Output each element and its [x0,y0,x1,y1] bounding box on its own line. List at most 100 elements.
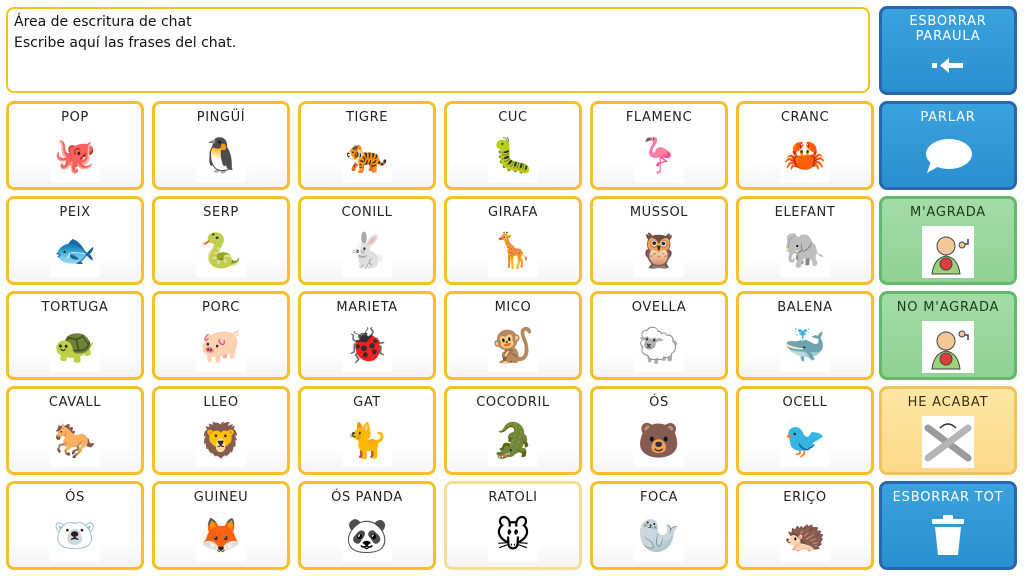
crossed-arms-icon [922,416,974,468]
cell-guineu[interactable]: GUINEU 🦊 [152,481,290,570]
cell-conill[interactable]: CONILL 🐇 [298,196,436,285]
cell-cuc[interactable]: CUC 🐛 [444,101,582,190]
chat-title: Área de escritura de chat [14,14,192,30]
cell-balena[interactable]: BALENA 🐳 [736,291,874,380]
cell-girafa[interactable]: GIRAFA 🦒 [444,196,582,285]
cell-pop[interactable]: POP 🐙 [6,101,144,190]
cell-label: PINGÜÍ [196,110,246,125]
clear-all-button[interactable]: ESBORRAR TOT [879,481,1017,570]
cell-ocell[interactable]: OCELL 🐦 [736,386,874,475]
cell-label: GIRAFA [487,205,539,220]
owl-icon: 🦉 [634,225,684,277]
cell-label: ÓS [65,490,85,505]
delete-word-label-line2: PARAULA [915,29,981,44]
cell-porc[interactable]: PORC 🐖 [152,291,290,380]
worm-icon: 🐛 [488,130,538,182]
cell-ratoli[interactable]: RATOLI 🐭 [444,481,582,570]
cell-gat[interactable]: GAT 🐈 [298,386,436,475]
cell-mussol[interactable]: MUSSOL 🦉 [590,196,728,285]
cell-label: GUINEU [193,490,249,505]
backspace-arrow-icon [932,58,963,73]
turtle-icon: 🐢 [50,320,100,372]
snake-icon: 🐍 [196,225,246,277]
hedgehog-icon: 🦔 [780,510,830,562]
cell-label: ÓS [649,395,669,410]
like-button[interactable]: M'AGRADA [879,196,1017,285]
elephant-icon: 🐘 [780,225,830,277]
cell-label: RATOLI [488,490,538,505]
dislike-button[interactable]: NO M'AGRADA [879,291,1017,380]
cell-label: BALENA [777,300,833,315]
ladybug-icon: 🐞 [342,320,392,372]
bear-icon: 🐻 [634,415,684,467]
delete-word-button[interactable]: ESBORRAR PARAULA [879,6,1017,95]
dislike-gesture-icon [922,321,974,373]
speech-bubble-icon [926,139,972,173]
fox-icon: 🦊 [196,510,246,562]
speak-label: PARLAR [920,110,976,125]
cell-os-polar[interactable]: ÓS 🐻‍❄️ [6,481,144,570]
chat-placeholder: Escribe aquí las frases del chat. [14,35,237,51]
cell-cavall[interactable]: CAVALL 🐎 [6,386,144,475]
cell-label: TORTUGA [41,300,109,315]
cell-label: FLAMENC [625,110,693,125]
cell-pingui[interactable]: PINGÜÍ 🐧 [152,101,290,190]
flamingo-icon: 🦩 [634,130,684,182]
finished-button[interactable]: HE ACABAT [879,386,1017,475]
cat-icon: 🐈 [342,415,392,467]
cell-label: MUSSOL [629,205,689,220]
chat-text-area[interactable]: Área de escritura de chat Escribe aquí l… [6,7,870,93]
cell-lleo[interactable]: LLEO 🦁 [152,386,290,475]
cell-label: PEIX [59,205,91,220]
cell-label: GAT [353,395,381,410]
cell-elefant[interactable]: ELEFANT 🐘 [736,196,874,285]
cell-ovella[interactable]: OVELLA 🐑 [590,291,728,380]
cell-label: LLEO [203,395,239,410]
monkey-icon: 🐒 [488,320,538,372]
fish-icon: 🐟 [50,225,100,277]
panda-icon: 🐼 [342,510,392,562]
like-label: M'AGRADA [909,205,986,220]
cell-cocodril[interactable]: COCODRIL 🐊 [444,386,582,475]
cell-label: COCODRIL [476,395,550,410]
cell-peix[interactable]: PEIX 🐟 [6,196,144,285]
cell-os[interactable]: ÓS 🐻 [590,386,728,475]
finished-label: HE ACABAT [907,395,989,410]
cell-marieta[interactable]: MARIETA 🐞 [298,291,436,380]
dislike-label: NO M'AGRADA [896,300,1000,315]
cell-label: PORC [202,300,240,315]
cell-erico[interactable]: ERIÇO 🦔 [736,481,874,570]
polar-bear-icon: 🐻‍❄️ [50,510,100,562]
cell-cranc[interactable]: CRANC 🦀 [736,101,874,190]
cell-serp[interactable]: SERP 🐍 [152,196,290,285]
cell-label: SERP [203,205,239,220]
lion-icon: 🦁 [196,415,246,467]
rabbit-icon: 🐇 [342,225,392,277]
delete-word-label-line1: ESBORRAR [909,14,987,29]
cell-tortuga[interactable]: TORTUGA 🐢 [6,291,144,380]
cell-label: ELEFANT [774,205,836,220]
horse-icon: 🐎 [50,415,100,467]
cell-tigre[interactable]: TIGRE 🐅 [298,101,436,190]
cell-label: CRANC [780,110,830,125]
cell-label: MICO [494,300,532,315]
cell-flamenc[interactable]: FLAMENC 🦩 [590,101,728,190]
cell-label: ERIÇO [783,490,827,505]
octopus-icon: 🐙 [50,130,100,182]
cell-os-panda[interactable]: ÓS PANDA 🐼 [298,481,436,570]
cell-label: FOCA [639,490,679,505]
mouse-icon: 🐭 [488,510,538,562]
bird-icon: 🐦 [780,415,830,467]
cell-foca[interactable]: FOCA 🦭 [590,481,728,570]
trash-icon [932,515,964,555]
sheep-icon: 🐑 [634,320,684,372]
cell-label: OVELLA [631,300,687,315]
cell-label: CAVALL [48,395,102,410]
cell-label: ÓS PANDA [331,490,403,505]
clear-all-label: ESBORRAR TOT [892,490,1004,505]
cell-label: CUC [498,110,528,125]
whale-icon: 🐳 [780,320,830,372]
speak-button[interactable]: PARLAR [879,101,1017,190]
tiger-icon: 🐅 [342,130,392,182]
cell-mico[interactable]: MICO 🐒 [444,291,582,380]
